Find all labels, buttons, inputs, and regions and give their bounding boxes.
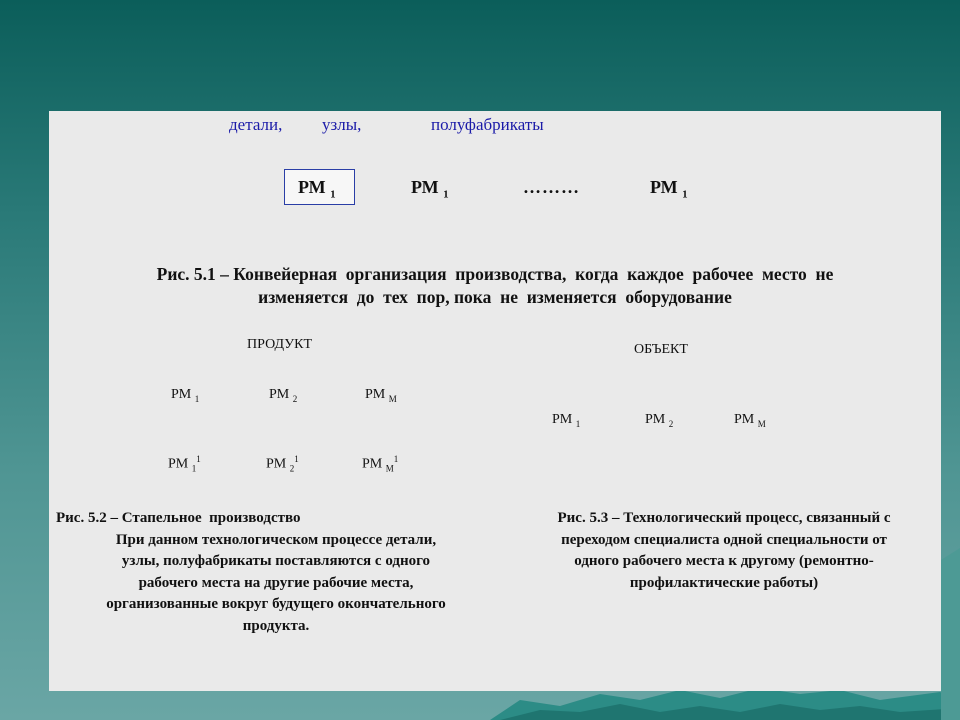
caption-title: Рис. 5.2 – Стапельное производство xyxy=(56,510,301,526)
station-label: РМ 1 xyxy=(650,177,688,201)
station-label: РМ М xyxy=(365,387,397,404)
station-label: РМ 1 xyxy=(411,177,449,201)
figure-caption-5-3: Рис. 5.3 – Технологический процесс, связ… xyxy=(557,510,891,591)
input-label: узлы, xyxy=(322,115,362,134)
station-label: РМ 2 xyxy=(269,387,298,404)
figure-caption-5-1: Рис. 5.1 – Конвейерная организация произ… xyxy=(69,263,921,309)
station-label: РМ 2 xyxy=(645,412,674,429)
station-label: РМ 1 xyxy=(552,412,581,429)
ellipsis: ……… xyxy=(523,177,580,197)
station-label: РМ М1 xyxy=(362,454,399,474)
station-label: РМ 1 xyxy=(298,177,336,201)
product-title: ПРОДУКТ xyxy=(247,337,313,352)
caption-line: Рис. 5.1 – Конвейерная организация произ… xyxy=(156,264,834,284)
object-title: ОБЪЕКТ xyxy=(634,342,688,357)
caption-body: При данном технологическом процессе дета… xyxy=(106,531,446,634)
figure-caption-5-2: Рис. 5.2 – Стапельное производство При д… xyxy=(56,508,496,637)
station-label: РМ 1 xyxy=(171,387,200,404)
input-label: детали, xyxy=(229,115,283,134)
station-label: РМ М xyxy=(734,412,766,429)
station-label: РМ 11 xyxy=(168,454,201,474)
caption-line: изменяется до тех пор, пока не изменяетс… xyxy=(258,287,732,307)
content-panel: детали, узлы, полуфабрикаты РМ 1 РМ 1 ……… xyxy=(49,111,941,691)
input-label: полуфабрикаты xyxy=(431,115,544,134)
station-label: РМ 21 xyxy=(266,454,299,474)
